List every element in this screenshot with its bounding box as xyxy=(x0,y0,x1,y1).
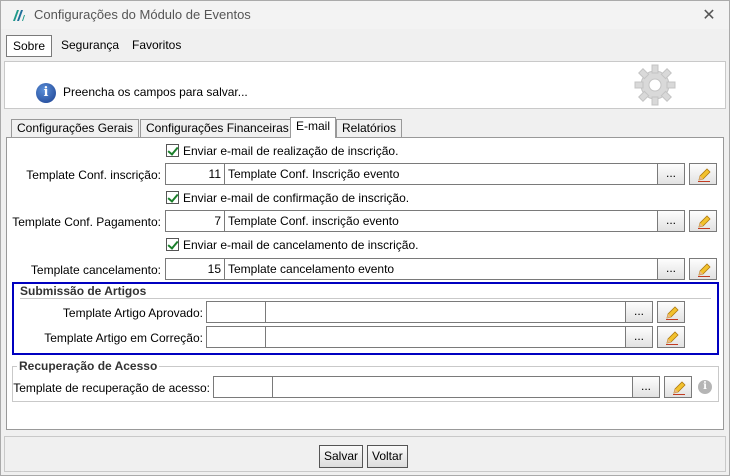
recuperacao-acesso-group: Recuperação de Acesso Template de recupe… xyxy=(12,359,719,402)
tab-relatorios[interactable]: Relatórios xyxy=(336,119,403,138)
template-conf-pagamento-id-field[interactable]: 7 xyxy=(165,210,225,232)
template-artigo-aprovado-edit-button[interactable] xyxy=(657,301,685,323)
menu-item-sobre[interactable]: Sobre xyxy=(6,35,53,57)
menu-item-favoritos[interactable]: Favoritos xyxy=(126,35,187,57)
menu-item-seguranca[interactable]: Segurança xyxy=(55,35,125,57)
template-artigo-correcao-name-field[interactable] xyxy=(265,326,626,348)
template-conf-inscricao-id-field[interactable]: 11 xyxy=(165,163,225,185)
template-conf-pagamento-edit-button[interactable] xyxy=(689,210,717,232)
pencil-icon xyxy=(666,331,679,345)
info-panel: i Preencha os campos para salvar... xyxy=(4,61,726,109)
checkbox-realizacao-label: Enviar e-mail de realização de inscrição… xyxy=(183,144,399,158)
menu-bar: Sobre Segurança Favoritos xyxy=(1,31,729,59)
submissao-artigos-group: Submissão de Artigos Template Artigo Apr… xyxy=(12,282,719,355)
checkbox-cancelamento[interactable] xyxy=(166,238,179,251)
template-cancelamento-lookup-button[interactable]: ... xyxy=(657,258,685,280)
template-artigo-aprovado-name-field[interactable] xyxy=(265,301,626,323)
checkbox-realizacao[interactable] xyxy=(166,144,179,157)
email-tab-panel: Enviar e-mail de realização de inscrição… xyxy=(6,137,724,430)
checkbox-confirmacao-label: Enviar e-mail de confirmação de inscriçã… xyxy=(183,191,410,205)
template-cancelamento-id-field[interactable]: 15 xyxy=(165,258,225,280)
template-artigo-correcao-lookup-button[interactable]: ... xyxy=(625,326,653,348)
help-icon[interactable]: i xyxy=(698,380,712,394)
label-template-cancelamento: Template cancelamento: xyxy=(30,263,161,277)
label-template-artigo-correcao: Template Artigo em Correção: xyxy=(44,331,203,345)
pencil-icon xyxy=(698,168,711,182)
template-artigo-correcao-edit-button[interactable] xyxy=(657,326,685,348)
pencil-icon xyxy=(698,263,711,277)
window-title: Configurações do Módulo de Eventos xyxy=(34,7,251,22)
template-artigo-aprovado-lookup-button[interactable]: ... xyxy=(625,301,653,323)
tab-email[interactable]: E-mail xyxy=(290,117,337,138)
label-template-conf-inscricao: Template Conf. inscrição: xyxy=(26,168,161,182)
title-bar: Configurações do Módulo de Eventos ✕ xyxy=(1,1,729,29)
gear-icon xyxy=(634,64,676,106)
checkbox-cancelamento-row[interactable]: Enviar e-mail de cancelamento de inscriç… xyxy=(166,238,418,252)
pencil-icon xyxy=(666,306,679,320)
checkbox-realizacao-row[interactable]: Enviar e-mail de realização de inscrição… xyxy=(166,144,398,158)
label-template-conf-pagamento: Template Conf. Pagamento: xyxy=(12,215,161,229)
template-conf-inscricao-name-field[interactable]: Template Conf. Inscrição evento xyxy=(224,163,658,185)
template-conf-inscricao-edit-button[interactable] xyxy=(689,163,717,185)
pencil-icon xyxy=(698,215,711,229)
label-template-artigo-aprovado: Template Artigo Aprovado: xyxy=(62,306,203,320)
save-button[interactable]: Salvar xyxy=(319,445,364,468)
back-button[interactable]: Voltar xyxy=(367,445,408,468)
info-message: Preencha os campos para salvar... xyxy=(63,85,248,99)
tab-configuracoes-financeiras[interactable]: Configurações Financeiras xyxy=(140,119,295,138)
template-artigo-aprovado-id-field[interactable] xyxy=(206,301,266,323)
footer-bar: Salvar Voltar xyxy=(4,436,726,472)
submissao-artigos-title: Submissão de Artigos xyxy=(18,284,149,298)
template-cancelamento-name-field[interactable]: Template cancelamento evento xyxy=(224,258,658,280)
tab-configuracoes-gerais[interactable]: Configurações Gerais xyxy=(11,119,140,138)
template-recuperacao-name-field[interactable] xyxy=(272,376,633,398)
template-conf-pagamento-lookup-button[interactable]: ... xyxy=(657,210,685,232)
group-divider xyxy=(20,298,711,299)
template-cancelamento-edit-button[interactable] xyxy=(689,258,717,280)
close-icon[interactable]: ✕ xyxy=(699,5,719,25)
template-artigo-correcao-id-field[interactable] xyxy=(206,326,266,348)
recuperacao-acesso-title: Recuperação de Acesso xyxy=(17,359,160,373)
template-conf-inscricao-lookup-button[interactable]: ... xyxy=(657,163,685,185)
main-window: Configurações do Módulo de Eventos ✕ Sob… xyxy=(0,0,730,476)
template-recuperacao-id-field[interactable] xyxy=(213,376,273,398)
template-conf-pagamento-name-field[interactable]: Template Conf. inscrição evento xyxy=(224,210,658,232)
info-icon: i xyxy=(36,83,56,103)
app-logo-icon xyxy=(13,10,25,21)
template-recuperacao-lookup-button[interactable]: ... xyxy=(632,376,660,398)
checkbox-cancelamento-label: Enviar e-mail de cancelamento de inscriç… xyxy=(183,238,419,252)
checkbox-confirmacao[interactable] xyxy=(166,191,179,204)
template-recuperacao-edit-button[interactable] xyxy=(664,376,692,398)
label-template-recuperacao: Template de recuperação de acesso: xyxy=(13,381,210,395)
pencil-icon xyxy=(673,381,686,395)
checkbox-confirmacao-row[interactable]: Enviar e-mail de confirmação de inscriçã… xyxy=(166,191,409,205)
